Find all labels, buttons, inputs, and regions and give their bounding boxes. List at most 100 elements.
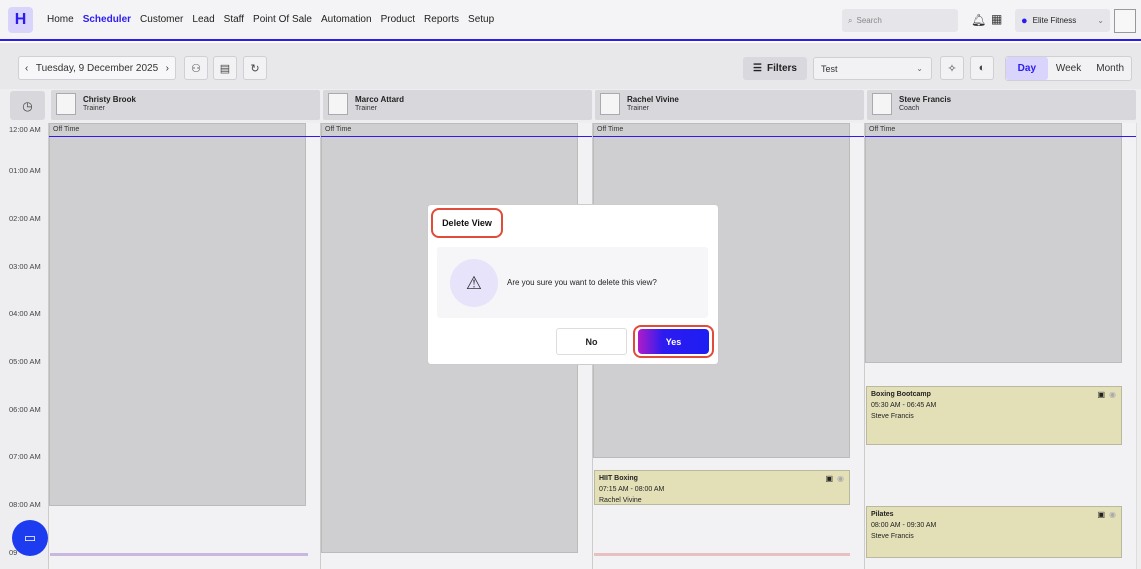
event-staff: Steve Francis xyxy=(871,413,914,420)
off-time-label: Off Time xyxy=(53,126,80,133)
location-selector[interactable]: ● Elite Fitness ⌄ xyxy=(1015,9,1110,32)
event-title: Boxing Bootcamp xyxy=(871,391,931,398)
search-placeholder: Search xyxy=(856,16,882,25)
avatar xyxy=(56,93,76,115)
time-label: 07:00 AM xyxy=(9,452,41,461)
search-input[interactable]: ⌕ Search xyxy=(842,9,958,32)
chevron-down-icon: ⌄ xyxy=(1097,16,1104,25)
event-time: 05:30 AM - 06:45 AM xyxy=(871,402,937,409)
filters-label: Filters xyxy=(766,63,797,74)
apps-grid-icon[interactable]: ▦ xyxy=(991,12,1002,26)
off-time-label: Off Time xyxy=(869,126,896,133)
location-label: Elite Fitness xyxy=(1032,16,1077,25)
chevron-down-icon: ⌄ xyxy=(916,64,923,73)
event-time: 08:00 AM - 09:30 AM xyxy=(871,522,937,529)
clock-icon: ◷ xyxy=(10,91,45,120)
staff-role: Trainer xyxy=(355,105,377,112)
time-label: 12:00 AM xyxy=(9,125,41,134)
yes-button-highlight: Yes xyxy=(633,325,714,358)
bell-icon[interactable]: 🔔︎ xyxy=(971,13,986,27)
tab-day[interactable]: Day xyxy=(1006,57,1048,80)
nav-staff[interactable]: Staff xyxy=(224,14,244,25)
event-staff: Steve Francis xyxy=(871,533,914,540)
time-label: 08:00 AM xyxy=(9,500,41,509)
yes-button[interactable]: Yes xyxy=(638,329,709,354)
time-axis: 12:00 AM 01:00 AM 02:00 AM 03:00 AM 04:0… xyxy=(0,122,48,569)
tab-month[interactable]: Month xyxy=(1089,57,1131,80)
delete-view-dialog: Delete View ⚠︎ Are you sure you want to … xyxy=(428,205,718,364)
view-select[interactable]: Test ⌄ xyxy=(813,57,932,80)
avatar xyxy=(328,93,348,115)
time-label: 04:00 AM xyxy=(9,309,41,318)
nav-product[interactable]: Product xyxy=(381,14,415,25)
staff-name: Christy Brook xyxy=(83,95,136,104)
event-hiit-boxing[interactable]: HIIT Boxing 07:15 AM - 08:00 AM Rachel V… xyxy=(594,470,850,505)
event-time: 07:15 AM - 08:00 AM xyxy=(599,486,665,493)
avatar xyxy=(600,93,620,115)
staff-name: Rachel Vivine xyxy=(627,95,679,104)
main-menu: Home Scheduler Customer Lead Staff Point… xyxy=(47,14,494,25)
off-time-block: Off Time xyxy=(865,123,1122,363)
event-boxing-bootcamp[interactable]: Boxing Bootcamp 05:30 AM - 06:45 AM Stev… xyxy=(866,386,1122,445)
refresh-icon[interactable]: ↻ xyxy=(243,56,267,80)
calendar-icon: ▣ xyxy=(825,474,833,483)
nav-scheduler[interactable]: Scheduler xyxy=(83,14,131,25)
app-logo[interactable]: H xyxy=(8,7,33,33)
view-select-value: Test xyxy=(821,63,838,74)
staff-header-rachel[interactable]: Rachel Vivine Trainer xyxy=(595,90,864,120)
date-navigator: ‹ Tuesday, 9 December 2025 › xyxy=(18,56,176,80)
tab-week[interactable]: Week xyxy=(1048,57,1090,80)
chat-icon[interactable]: ▭ xyxy=(12,520,48,556)
staff-name: Steve Francis xyxy=(899,95,952,104)
eye-icon: ◉ xyxy=(1109,390,1116,399)
time-label: 02:00 AM xyxy=(9,214,41,223)
time-label: 01:00 AM xyxy=(9,166,41,175)
event-peek[interactable] xyxy=(594,553,850,556)
view-mode-toggle: Day Week Month xyxy=(1005,56,1132,81)
nav-lead[interactable]: Lead xyxy=(192,14,214,25)
off-time-label: Off Time xyxy=(597,126,624,133)
staff-header-steve[interactable]: Steve Francis Coach xyxy=(867,90,1136,120)
palette-icon[interactable]: ◐ xyxy=(970,56,994,80)
staff-header-christy[interactable]: Christy Brook Trainer xyxy=(51,90,320,120)
eye-icon: ◉ xyxy=(1109,510,1116,519)
location-pin-icon: ● xyxy=(1021,14,1028,27)
no-button[interactable]: No xyxy=(556,328,627,355)
nav-point-of-sale[interactable]: Point Of Sale xyxy=(253,14,312,25)
current-date[interactable]: Tuesday, 9 December 2025 xyxy=(36,63,158,74)
user-avatar[interactable] xyxy=(1114,9,1136,33)
calendar-icon: ▣ xyxy=(1097,510,1105,519)
nav-home[interactable]: Home xyxy=(47,14,74,25)
dialog-title: Delete View xyxy=(431,208,503,238)
dialog-message: Are you sure you want to delete this vie… xyxy=(507,278,657,287)
column-christy[interactable]: Off Time xyxy=(48,123,321,569)
event-title: Pilates xyxy=(871,511,894,518)
chevron-right-icon[interactable]: › xyxy=(166,63,169,74)
nav-setup[interactable]: Setup xyxy=(468,14,494,25)
filters-button[interactable]: ☰ Filters xyxy=(743,57,807,80)
current-time-line xyxy=(865,136,1136,137)
eye-icon: ◉ xyxy=(837,474,844,483)
dialog-body: ⚠︎ Are you sure you want to delete this … xyxy=(437,247,708,318)
current-time-line xyxy=(321,136,592,137)
staff-role: Trainer xyxy=(83,105,105,112)
staff-role: Coach xyxy=(899,105,920,112)
event-peek[interactable] xyxy=(50,553,308,556)
pin-icon[interactable]: ✧ xyxy=(940,56,964,80)
current-time-line xyxy=(593,136,864,137)
nav-automation[interactable]: Automation xyxy=(321,14,372,25)
calendar-icon: ▣ xyxy=(1097,390,1105,399)
search-icon: ⌕ xyxy=(848,15,853,25)
staff-name: Marco Attard xyxy=(355,95,405,104)
nav-reports[interactable]: Reports xyxy=(424,14,459,25)
event-pilates[interactable]: Pilates 08:00 AM - 09:30 AM Steve Franci… xyxy=(866,506,1122,558)
top-nav: H Home Scheduler Customer Lead Staff Poi… xyxy=(0,0,1141,41)
nav-customer[interactable]: Customer xyxy=(140,14,183,25)
resource-view-icon[interactable]: ▤ xyxy=(213,56,237,80)
staff-role: Trainer xyxy=(627,105,649,112)
chevron-left-icon[interactable]: ‹ xyxy=(25,63,28,74)
staff-settings-icon[interactable]: ⚇ xyxy=(184,56,208,80)
staff-header-marco[interactable]: Marco Attard Trainer xyxy=(323,90,592,120)
column-steve[interactable]: Off Time Boxing Bootcamp 05:30 AM - 06:4… xyxy=(864,123,1137,569)
avatar xyxy=(872,93,892,115)
